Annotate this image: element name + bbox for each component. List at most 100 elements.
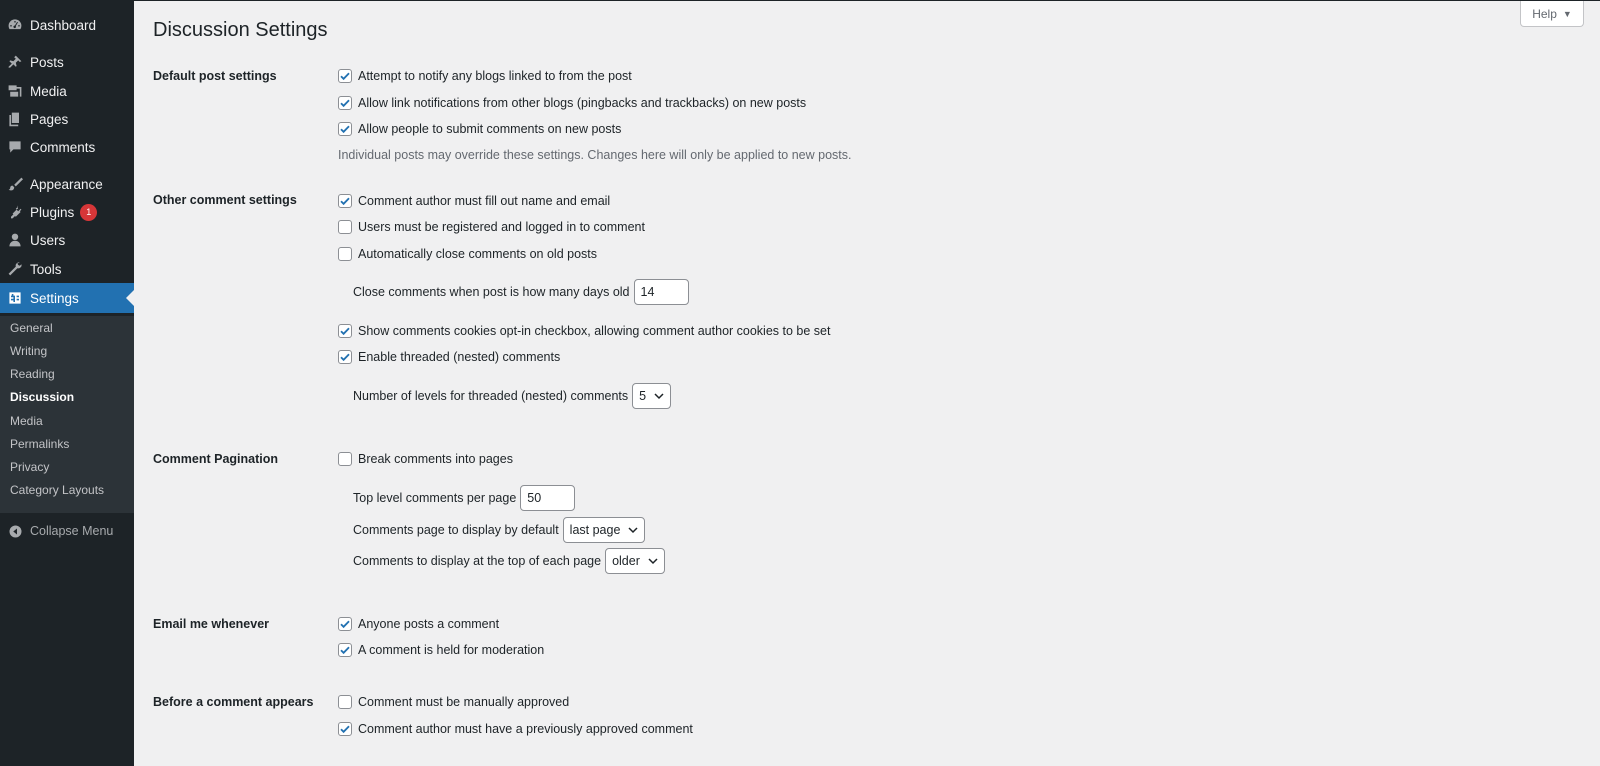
chevron-down-icon (654, 393, 664, 400)
checkbox-label: Enable threaded (nested) comments (358, 350, 561, 364)
section-label-pagination: Comment Pagination (153, 452, 279, 466)
checkbox-email-held-moderation[interactable]: A comment is held for moderation (338, 641, 544, 659)
checkbox-allow-comments[interactable]: Allow people to submit comments on new p… (338, 120, 621, 138)
checkbox-require-name-email[interactable]: Comment author must fill out name and em… (338, 192, 610, 210)
checkbox-label: A comment is held for moderation (358, 643, 545, 657)
default-page-field: Comments page to display by default last… (353, 517, 646, 543)
checkbox-allow-pingbacks[interactable]: Allow link notifications from other blog… (338, 94, 806, 112)
checkbox-cookies-opt-in[interactable]: Show comments cookies opt-in checkbox, a… (338, 322, 830, 340)
menu-item-tools[interactable]: Tools (0, 254, 134, 284)
menu-label-users: Users (30, 232, 66, 248)
checkbox-label: Comment must be manually approved (358, 695, 570, 709)
thread-levels-label: Number of levels for threaded (nested) c… (353, 389, 629, 403)
menu-item-settings[interactable]: Settings (0, 283, 134, 313)
submenu-item-privacy[interactable]: Privacy (10, 460, 49, 474)
comment-icon (0, 132, 30, 162)
checkbox-box[interactable] (338, 220, 352, 234)
menu-item-dashboard[interactable]: Dashboard (0, 10, 134, 40)
section-label-email: Email me whenever (153, 617, 270, 631)
checkmark-icon (340, 620, 350, 629)
checkbox-auto-close-comments[interactable]: Automatically close comments on old post… (338, 245, 597, 263)
checkbox-previously-approved[interactable]: Comment author must have a previously ap… (338, 720, 693, 738)
checkbox-manually-approved[interactable]: Comment must be manually approved (338, 693, 569, 711)
default-page-value: last page (569, 523, 621, 537)
checkbox-box[interactable] (338, 350, 352, 364)
checkbox-box[interactable] (338, 69, 352, 83)
checkmark-icon (340, 125, 350, 134)
checkmark-icon (340, 72, 350, 81)
menu-label-dashboard: Dashboard (30, 17, 97, 33)
menu-label-media: Media (30, 83, 67, 99)
checkbox-label: Break comments into pages (358, 452, 513, 466)
checkbox-box[interactable] (338, 122, 352, 136)
submenu-item-discussion[interactable]: Discussion (10, 390, 74, 404)
checkbox-box[interactable] (338, 617, 352, 631)
checkbox-box[interactable] (338, 96, 352, 110)
checkbox-label: Users must be registered and logged in t… (358, 220, 645, 234)
checkbox-box[interactable] (338, 722, 352, 736)
menu-label-comments: Comments (30, 139, 96, 155)
checkbox-label: Anyone posts a comment (358, 617, 500, 631)
checkbox-box[interactable] (338, 452, 352, 466)
thread-levels-value: 5 (639, 389, 647, 403)
help-tab-button[interactable]: Help ▼ (1520, 1, 1584, 27)
help-label: Help (1532, 6, 1557, 21)
wrench-icon (0, 254, 30, 284)
checkbox-email-anyone-posts[interactable]: Anyone posts a comment (338, 615, 499, 633)
comment-order-select[interactable]: older (605, 548, 665, 574)
checkbox-notify-linked-blogs[interactable]: Attempt to notify any blogs linked to fr… (338, 67, 632, 85)
menu-item-media[interactable]: Media (0, 76, 134, 106)
menu-item-users[interactable]: Users (0, 225, 134, 255)
section-label-default-post: Default post settings (153, 69, 277, 83)
checkbox-box[interactable] (338, 324, 352, 338)
menu-item-plugins[interactable]: Plugins 1 (0, 197, 134, 227)
thread-levels-select[interactable]: 5 (632, 383, 672, 409)
checkbox-box[interactable] (338, 247, 352, 261)
comment-order-label: Comments to display at the top of each p… (353, 554, 602, 568)
brush-icon (0, 169, 30, 199)
per-page-input[interactable] (520, 485, 576, 511)
default-post-description: Individual posts may override these sett… (338, 148, 852, 162)
chevron-down-icon (628, 527, 638, 534)
default-page-select[interactable]: last page (562, 517, 646, 543)
media-icon (0, 76, 30, 106)
menu-item-comments[interactable]: Comments (0, 132, 134, 162)
checkmark-icon (340, 646, 350, 655)
settings-icon (0, 283, 30, 313)
close-days-field: Close comments when post is how many day… (353, 279, 689, 305)
submenu-item-media[interactable]: Media (10, 414, 43, 428)
close-days-label: Close comments when post is how many day… (353, 285, 630, 299)
submenu-item-reading[interactable]: Reading (10, 367, 55, 381)
collapse-menu-button[interactable]: Collapse Menu (0, 520, 134, 542)
checkbox-break-into-pages[interactable]: Break comments into pages (338, 450, 513, 468)
checkbox-require-registration[interactable]: Users must be registered and logged in t… (338, 218, 645, 236)
comment-order-value: older (612, 554, 640, 568)
submenu-item-permalinks[interactable]: Permalinks (10, 437, 69, 451)
checkbox-label: Show comments cookies opt-in checkbox, a… (358, 324, 831, 338)
checkbox-label: Comment author must fill out name and em… (358, 194, 611, 208)
menu-label-plugins: Plugins (30, 204, 75, 220)
checkbox-box[interactable] (338, 194, 352, 208)
menu-item-appearance[interactable]: Appearance (0, 169, 134, 199)
checkbox-label: Comment author must have a previously ap… (358, 722, 693, 736)
admin-sidebar: Dashboard Posts Media Pages Comments App… (0, 0, 134, 766)
submenu-item-general[interactable]: General (10, 321, 53, 335)
menu-item-pages[interactable]: Pages (0, 104, 134, 134)
section-label-before-appears: Before a comment appears (153, 695, 314, 709)
submenu-item-category-layouts[interactable]: Category Layouts (10, 483, 104, 497)
checkbox-box[interactable] (338, 643, 352, 657)
checkbox-threaded-comments[interactable]: Enable threaded (nested) comments (338, 348, 560, 366)
checkbox-label: Automatically close comments on old post… (358, 247, 597, 261)
menu-item-posts[interactable]: Posts (0, 47, 134, 77)
section-label-other-comment: Other comment settings (153, 193, 297, 207)
menu-label-appearance: Appearance (30, 176, 103, 192)
submenu-item-writing[interactable]: Writing (10, 344, 47, 358)
close-days-input[interactable] (633, 279, 689, 305)
checkbox-box[interactable] (338, 695, 352, 709)
default-page-label: Comments page to display by default (353, 523, 559, 537)
per-page-field: Top level comments per page (353, 485, 576, 511)
page-title: Discussion Settings (153, 19, 328, 41)
checkbox-label: Attempt to notify any blogs linked to fr… (358, 69, 632, 83)
plugins-update-badge: 1 (80, 203, 98, 221)
top-border (0, 0, 1600, 1)
